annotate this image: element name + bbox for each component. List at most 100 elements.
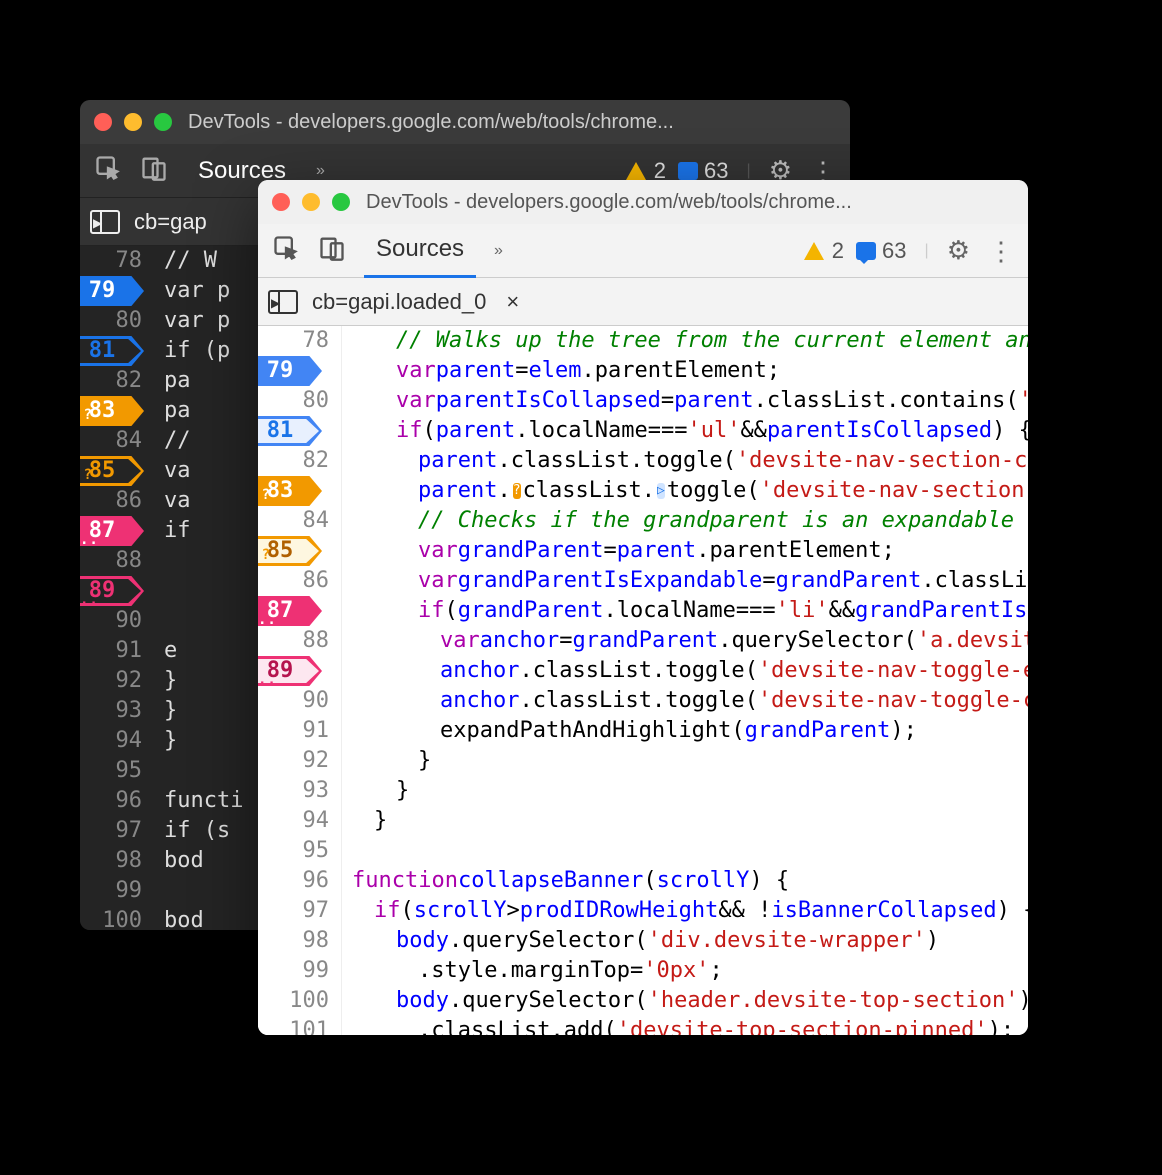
line-number[interactable]: 100 [80, 906, 146, 930]
line-number[interactable]: 93 [258, 776, 333, 806]
line-number[interactable]: 96 [258, 866, 333, 896]
line-number[interactable]: 78 [80, 246, 146, 276]
more-panels-icon[interactable]: » [494, 242, 503, 260]
line-number[interactable]: 94 [258, 806, 333, 836]
code-line[interactable]: } [342, 806, 1028, 836]
line-number[interactable]: 81 [258, 416, 333, 446]
code-area[interactable]: // Walks up the tree from the current el… [342, 326, 1028, 1035]
code-line[interactable]: var anchor = grandParent.querySelector('… [342, 626, 1028, 656]
code-line[interactable]: // Walks up the tree from the current el… [342, 326, 1028, 356]
line-number[interactable]: 78 [258, 326, 333, 356]
line-number[interactable]: 91 [80, 636, 146, 666]
code-line[interactable]: parent.?classList.▷toggle('devsite-nav-s… [342, 476, 1028, 506]
line-number[interactable]: 80 [80, 306, 146, 336]
code-line[interactable]: body.querySelector('header.devsite-top-s… [342, 986, 1028, 1016]
line-number[interactable]: 86 [258, 566, 333, 596]
code-line[interactable]: anchor.classList.toggle('devsite-nav-tog… [342, 686, 1028, 716]
code-line[interactable]: parent.classList.toggle('devsite-nav-sec… [342, 446, 1028, 476]
code-line[interactable]: anchor.classList.toggle('devsite-nav-tog… [342, 656, 1028, 686]
code-line[interactable]: expandPathAndHighlight(grandParent); [342, 716, 1028, 746]
message-icon [856, 242, 876, 260]
zoom-icon[interactable] [332, 193, 350, 211]
line-number[interactable]: 95 [258, 836, 333, 866]
navigator-toggle-icon[interactable]: ▶ [90, 210, 120, 234]
line-number[interactable]: 81 [80, 336, 146, 366]
line-number[interactable]: 97 [80, 816, 146, 846]
file-tab-label[interactable]: cb=gapi.loaded_0 [312, 289, 486, 315]
line-number[interactable]: 99 [258, 956, 333, 986]
titlebar: DevTools - developers.google.com/web/too… [258, 180, 1028, 224]
code-line[interactable]: body.querySelector('div.devsite-wrapper'… [342, 926, 1028, 956]
code-line[interactable]: var grandParentIsExpandable = grandParen… [342, 566, 1028, 596]
line-number[interactable]: 80 [258, 386, 333, 416]
line-number[interactable]: 84 [258, 506, 333, 536]
line-number[interactable]: 84 [80, 426, 146, 456]
line-number[interactable]: 99 [80, 876, 146, 906]
kebab-menu-icon[interactable]: ⋮ [988, 238, 1014, 264]
line-number[interactable]: 79 [258, 356, 333, 386]
window-controls [272, 193, 350, 211]
line-gutter[interactable]: 7879808182?8384?8586..8788..899091929394… [258, 326, 342, 1035]
close-icon[interactable] [272, 193, 290, 211]
line-number[interactable]: 101 [258, 1016, 333, 1035]
window-title: DevTools - developers.google.com/web/too… [188, 111, 674, 134]
line-number[interactable]: 82 [80, 366, 146, 396]
code-line[interactable] [342, 836, 1028, 866]
more-panels-icon[interactable]: » [316, 162, 325, 180]
message-count: 63 [882, 238, 906, 264]
line-number[interactable]: ..89 [258, 656, 333, 686]
inline-breakpoint-icon[interactable]: ? [513, 483, 521, 499]
line-number[interactable]: 100 [258, 986, 333, 1016]
line-number[interactable]: ?83 [258, 476, 333, 506]
inspect-icon[interactable] [94, 154, 122, 187]
code-line[interactable]: if (grandParent.localName === 'li' && gr… [342, 596, 1028, 626]
gear-icon[interactable]: ⚙ [947, 235, 970, 266]
code-line[interactable]: var grandParent = parent.parentElement; [342, 536, 1028, 566]
line-number[interactable]: 94 [80, 726, 146, 756]
line-number[interactable]: 79 [80, 276, 146, 306]
line-number[interactable]: 97 [258, 896, 333, 926]
line-number[interactable]: ..87 [80, 516, 146, 546]
tab-sources[interactable]: Sources [364, 224, 476, 278]
line-number[interactable]: 95 [80, 756, 146, 786]
line-number[interactable]: ?83 [80, 396, 146, 426]
code-line[interactable]: if (scrollY > prodIDRowHeight && !isBann… [342, 896, 1028, 926]
code-line[interactable]: } [342, 746, 1028, 776]
code-editor-light[interactable]: 7879808182?8384?8586..8788..899091929394… [258, 326, 1028, 1035]
line-number[interactable]: ..89 [80, 576, 146, 606]
line-number[interactable]: ?85 [258, 536, 333, 566]
line-number[interactable]: 86 [80, 486, 146, 516]
line-number[interactable]: 98 [80, 846, 146, 876]
code-line[interactable]: var parent = elem.parentElement; [342, 356, 1028, 386]
close-icon[interactable] [94, 113, 112, 131]
device-toggle-icon[interactable] [140, 154, 168, 187]
code-line[interactable]: } [342, 776, 1028, 806]
minimize-icon[interactable] [124, 113, 142, 131]
minimize-icon[interactable] [302, 193, 320, 211]
close-tab-icon[interactable]: × [506, 289, 519, 315]
zoom-icon[interactable] [154, 113, 172, 131]
warning-icon [626, 162, 646, 180]
line-number[interactable]: 92 [258, 746, 333, 776]
line-number[interactable]: 96 [80, 786, 146, 816]
line-number[interactable]: ?85 [80, 456, 146, 486]
line-number[interactable]: 93 [80, 696, 146, 726]
line-gutter[interactable]: 7879808182?8384?8586..8788..899091929394… [80, 246, 154, 930]
line-number[interactable]: 82 [258, 446, 333, 476]
inspect-icon[interactable] [272, 234, 300, 267]
line-number[interactable]: 98 [258, 926, 333, 956]
file-tab-label[interactable]: cb=gap [134, 209, 207, 235]
inline-breakpoint-icon[interactable]: ▷ [657, 483, 665, 499]
navigator-toggle-icon[interactable]: ▶ [268, 290, 298, 314]
device-toggle-icon[interactable] [318, 234, 346, 267]
line-number[interactable]: 91 [258, 716, 333, 746]
code-line[interactable]: .classList.add('devsite-top-section-pinn… [342, 1016, 1028, 1035]
line-number[interactable]: 92 [80, 666, 146, 696]
code-line[interactable]: .style.marginTop = '0px'; [342, 956, 1028, 986]
code-line[interactable]: var parentIsCollapsed = parent.classList… [342, 386, 1028, 416]
line-number[interactable]: ..87 [258, 596, 333, 626]
console-counts[interactable]: 2 63 [804, 238, 907, 264]
code-line[interactable]: // Checks if the grandparent is an expan… [342, 506, 1028, 536]
code-line[interactable]: function collapseBanner(scrollY) { [342, 866, 1028, 896]
code-line[interactable]: if (parent.localName === 'ul' && parentI… [342, 416, 1028, 446]
